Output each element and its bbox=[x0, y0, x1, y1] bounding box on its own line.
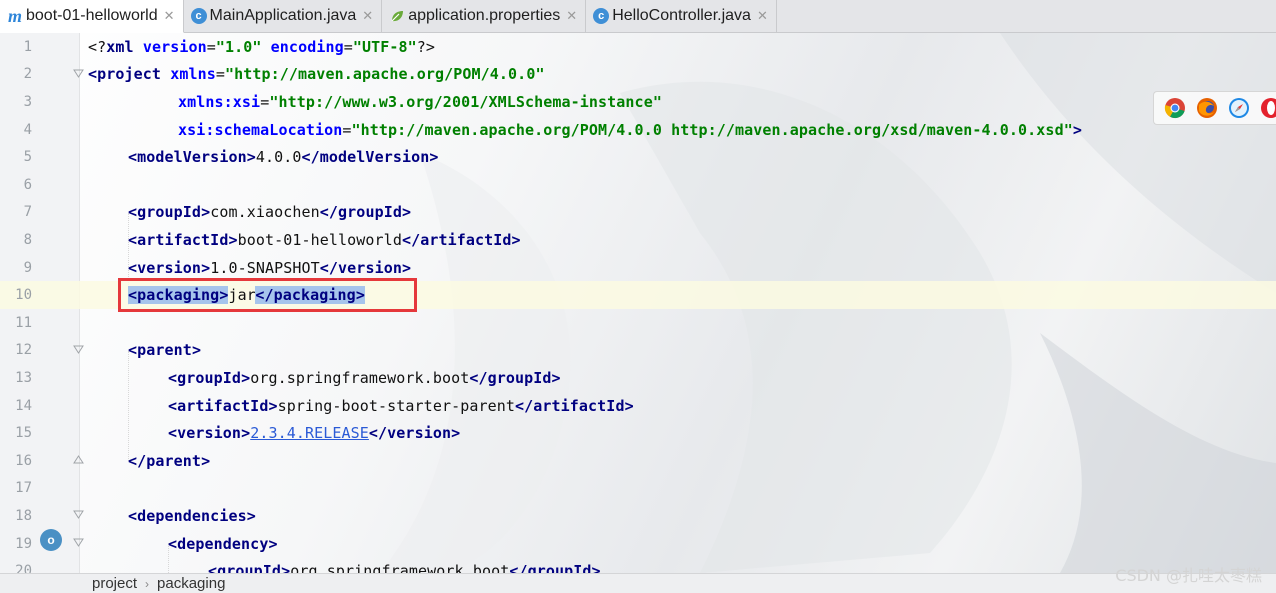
version-link[interactable]: 2.3.4.RELEASE bbox=[250, 424, 369, 442]
code-line: 13 <groupId>org.springframework.boot</gr… bbox=[0, 364, 1276, 392]
breadcrumb: project › packaging bbox=[0, 573, 1276, 593]
line-number: 5 bbox=[23, 149, 32, 166]
tab-label: application.properties bbox=[408, 7, 561, 24]
code-text: <groupId>com.xiaochen</groupId> bbox=[128, 203, 412, 222]
tab-label: HelloController.java bbox=[612, 7, 751, 24]
line-number: 3 bbox=[23, 93, 32, 110]
code-text: <groupId>org.springframework.boot</group… bbox=[168, 368, 561, 387]
code-text: <version>1.0-SNAPSHOT</version> bbox=[128, 258, 412, 277]
code-text: <groupId>org.springframework.boot</group… bbox=[208, 562, 601, 573]
line-number: 18 bbox=[15, 507, 32, 524]
close-icon[interactable]: ✕ bbox=[362, 8, 373, 24]
line-number: 20 bbox=[15, 563, 32, 573]
fold-icon[interactable] bbox=[73, 69, 84, 80]
code-line: 14 <artifactId>spring-boot-starter-paren… bbox=[0, 392, 1276, 420]
firefox-icon[interactable] bbox=[1196, 97, 1218, 119]
code-text: xsi:schemaLocation="http://maven.apache.… bbox=[178, 120, 1082, 139]
code-line: 6 bbox=[0, 171, 1276, 199]
safari-icon[interactable] bbox=[1228, 97, 1250, 119]
line-number: 17 bbox=[15, 480, 32, 497]
watermark: CSDN @扎哇太枣糕 bbox=[1115, 566, 1262, 585]
code-line: 19 <dependency> bbox=[0, 530, 1276, 558]
code-line: 20 <groupId>org.springframework.boot</gr… bbox=[0, 557, 1276, 573]
line-number: 7 bbox=[23, 204, 32, 221]
code-text: <parent> bbox=[128, 341, 202, 360]
line-number: 14 bbox=[15, 397, 32, 414]
java-class-icon: c bbox=[592, 7, 610, 25]
line-number: 2 bbox=[23, 66, 32, 83]
code-line: 11 bbox=[0, 309, 1276, 337]
code-line: 4 xsi:schemaLocation="http://maven.apach… bbox=[0, 116, 1276, 144]
line-number: 9 bbox=[23, 259, 32, 276]
breadcrumb-separator: › bbox=[145, 576, 150, 591]
code-text: <dependency> bbox=[168, 534, 278, 553]
line-number: 1 bbox=[23, 38, 32, 55]
code-line: 3 xmlns:xsi="http://www.w3.org/2001/XMLS… bbox=[0, 88, 1276, 116]
tab-boot-01-helloworld[interactable]: m boot-01-helloworld ✕ bbox=[0, 0, 184, 33]
code-line: 8 <artifactId>boot-01-helloworld</artifa… bbox=[0, 226, 1276, 254]
line-number: 15 bbox=[15, 425, 32, 442]
line-number: 4 bbox=[23, 121, 32, 138]
tab-hello-controller[interactable]: c HelloController.java ✕ bbox=[586, 0, 777, 32]
tab-label: boot-01-helloworld bbox=[26, 7, 158, 24]
maven-overrides-icon[interactable]: o bbox=[40, 529, 62, 551]
code-line: 16 </parent> bbox=[0, 447, 1276, 475]
line-number: 8 bbox=[23, 231, 32, 248]
code-editor[interactable]: 1 <?xml version="1.0" encoding="UTF-8"?>… bbox=[0, 33, 1276, 573]
code-line: 15 <version>2.3.4.RELEASE</version> bbox=[0, 419, 1276, 447]
tab-label: MainApplication.java bbox=[209, 7, 357, 24]
tab-main-application[interactable]: c MainApplication.java ✕ bbox=[184, 0, 383, 32]
line-number: 6 bbox=[23, 176, 32, 193]
code-line: 1 <?xml version="1.0" encoding="UTF-8"?> bbox=[0, 33, 1276, 61]
code-text: </parent> bbox=[128, 451, 211, 470]
code-line: 5 <modelVersion>4.0.0</modelVersion> bbox=[0, 143, 1276, 171]
fold-icon[interactable] bbox=[73, 538, 84, 549]
code-line: 12 <parent> bbox=[0, 337, 1276, 365]
line-number: 19 bbox=[15, 535, 32, 552]
close-icon[interactable]: ✕ bbox=[757, 8, 768, 24]
line-number: 13 bbox=[15, 369, 32, 386]
code-line: 18 <dependencies> bbox=[0, 502, 1276, 530]
code-text: <dependencies> bbox=[128, 506, 256, 525]
code-text: <modelVersion>4.0.0</modelVersion> bbox=[128, 148, 439, 167]
line-number: 11 bbox=[15, 314, 32, 331]
code-line: 17 bbox=[0, 475, 1276, 503]
code-text: <artifactId>spring-boot-starter-parent</… bbox=[168, 396, 634, 415]
annotation-highlight-box bbox=[118, 278, 417, 312]
code-text: <version>2.3.4.RELEASE</version> bbox=[168, 424, 461, 443]
maven-m-icon: m bbox=[7, 5, 22, 26]
breadcrumb-item[interactable]: packaging bbox=[157, 575, 225, 592]
code-text: <artifactId>boot-01-helloworld</artifact… bbox=[128, 230, 521, 249]
fold-icon[interactable] bbox=[73, 455, 84, 466]
code-line: 7 <groupId>com.xiaochen</groupId> bbox=[0, 199, 1276, 227]
line-number: 12 bbox=[15, 342, 32, 359]
fold-icon[interactable] bbox=[73, 510, 84, 521]
code-text: xmlns:xsi="http://www.w3.org/2001/XMLSch… bbox=[178, 92, 662, 111]
close-icon[interactable]: ✕ bbox=[566, 8, 577, 24]
chrome-icon[interactable] bbox=[1164, 97, 1186, 119]
breadcrumb-item[interactable]: project bbox=[92, 575, 137, 592]
tab-application-properties[interactable]: application.properties ✕ bbox=[382, 0, 587, 32]
code-line: 2 <project xmlns="http://maven.apache.or… bbox=[0, 61, 1276, 89]
opera-icon[interactable] bbox=[1260, 97, 1276, 119]
browser-preview-toolbar bbox=[1153, 91, 1276, 125]
line-number: 16 bbox=[15, 452, 32, 469]
code-text: <?xml version="1.0" encoding="UTF-8"?> bbox=[88, 37, 436, 56]
line-number: 10 bbox=[15, 287, 32, 304]
fold-icon[interactable] bbox=[73, 345, 84, 356]
editor-tab-bar: m boot-01-helloworld ✕ c MainApplication… bbox=[0, 0, 1276, 33]
java-class-icon: c bbox=[190, 7, 208, 25]
spring-leaf-icon bbox=[388, 7, 406, 25]
code-text: <project xmlns="http://maven.apache.org/… bbox=[88, 65, 545, 84]
close-icon[interactable]: ✕ bbox=[164, 8, 175, 24]
